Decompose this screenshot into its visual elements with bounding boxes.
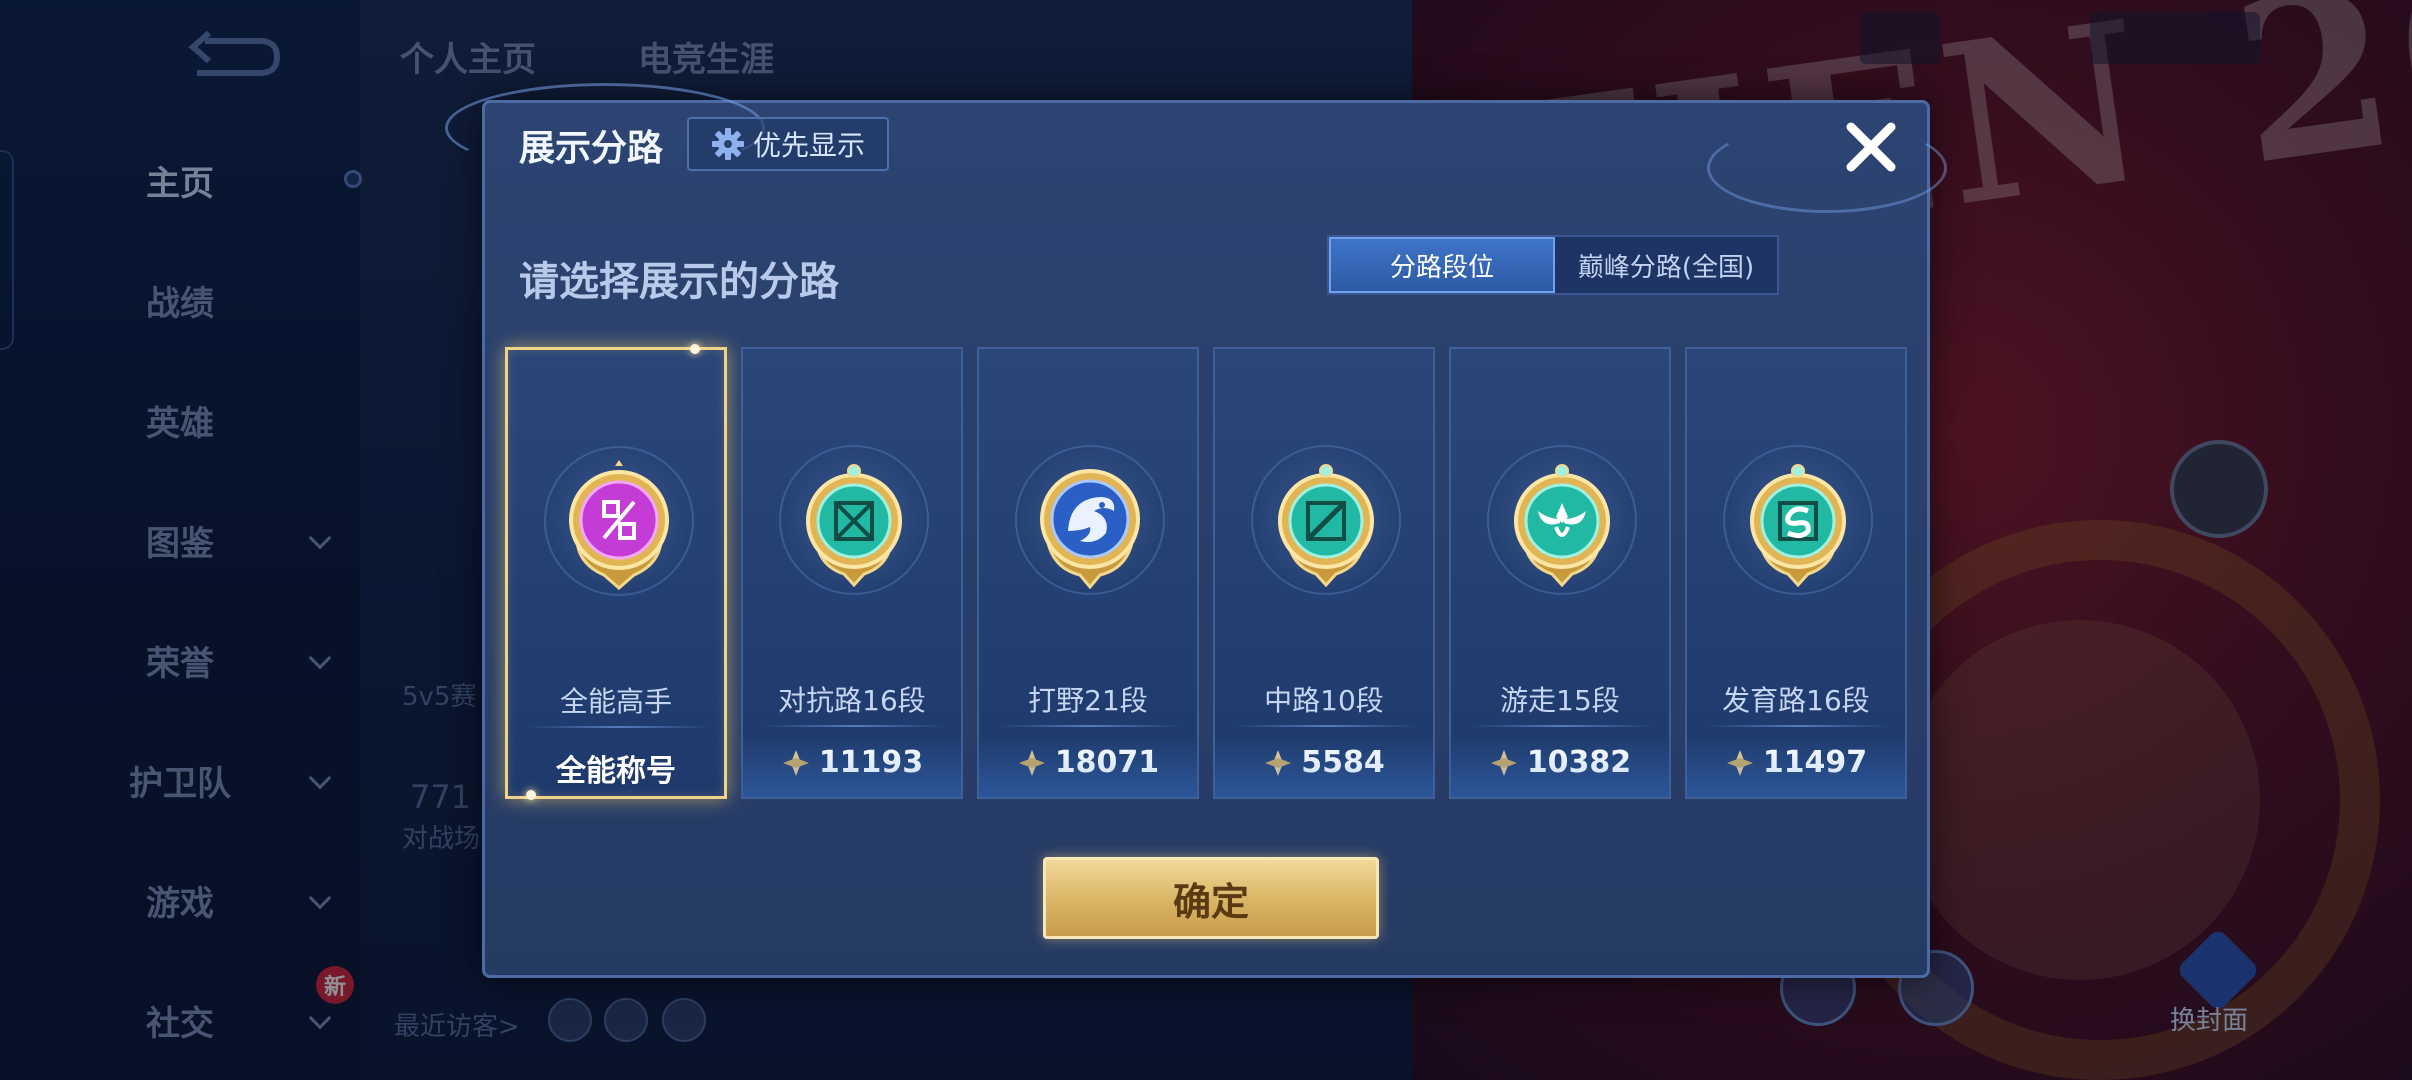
card-divider <box>1707 725 1889 727</box>
jungle-emblem-icon <box>1030 459 1150 590</box>
lane-rank-label: 发育路16段 <box>1722 684 1870 717</box>
dialog-title: 展示分路 <box>519 128 664 169</box>
card-bottom-glow <box>1215 737 1433 797</box>
clash-lane-emblem-icon <box>794 459 914 589</box>
lane-card-jungle[interactable]: 打野21段 18071 <box>977 347 1199 799</box>
card-bottom-glow <box>1451 737 1669 797</box>
lane-card-mid[interactable]: 中路10段 5584 <box>1213 347 1435 799</box>
close-icon <box>1846 122 1896 172</box>
card-bottom-glow <box>743 737 961 797</box>
lane-score-row: 全能称号 <box>508 746 724 790</box>
lane-card-farm[interactable]: 发育路16段 11497 <box>1685 347 1907 799</box>
sparkle-decoration <box>690 344 700 354</box>
cloud-decoration <box>1707 123 1947 213</box>
lane-display-dialog: 展示分路 优先显示 请选择展示的分路 分路段位 巅峰分路(全国) 全能高手 全能… <box>445 83 1947 978</box>
all-rounder-emblem-icon <box>559 460 679 590</box>
priority-display-button[interactable]: 优先显示 <box>687 117 889 171</box>
lane-rank-label: 中路10段 <box>1264 684 1384 717</box>
card-divider <box>528 726 710 728</box>
roam-emblem-icon <box>1502 459 1622 589</box>
card-bottom-glow <box>1687 737 1905 797</box>
lane-rank-label: 对抗路16段 <box>778 684 926 717</box>
card-divider <box>1235 725 1417 727</box>
mid-lane-emblem-icon <box>1266 459 1386 589</box>
lane-rank-label: 打野21段 <box>1028 684 1148 717</box>
lane-card-clash[interactable]: 对抗路16段 11193 <box>741 347 963 799</box>
card-divider <box>999 725 1181 727</box>
priority-display-label: 优先显示 <box>752 129 865 162</box>
title-value: 全能称号 <box>556 754 676 789</box>
confirm-button[interactable]: 确定 <box>1043 857 1379 939</box>
farm-lane-emblem-icon <box>1738 459 1858 589</box>
tab-lane-rank[interactable]: 分路段位 <box>1329 237 1555 293</box>
lane-card-roam[interactable]: 游走15段 10382 <box>1449 347 1671 799</box>
card-divider <box>1471 725 1653 727</box>
lane-rank-label: 游走15段 <box>1500 684 1620 717</box>
lane-rank-label: 全能高手 <box>559 685 672 718</box>
ranking-type-toggle: 分路段位 巅峰分路(全国) <box>1327 235 1779 295</box>
gear-icon <box>711 128 744 160</box>
sparkle-decoration <box>526 790 536 800</box>
card-divider <box>763 725 945 727</box>
card-bottom-glow <box>979 737 1197 797</box>
lane-card-all-rounder[interactable]: 全能高手 全能称号 <box>505 344 727 800</box>
close-button[interactable] <box>1837 113 1905 181</box>
tab-peak-lane-national[interactable]: 巅峰分路(全国) <box>1555 237 1777 293</box>
dialog-subtitle: 请选择展示的分路 <box>519 259 839 305</box>
